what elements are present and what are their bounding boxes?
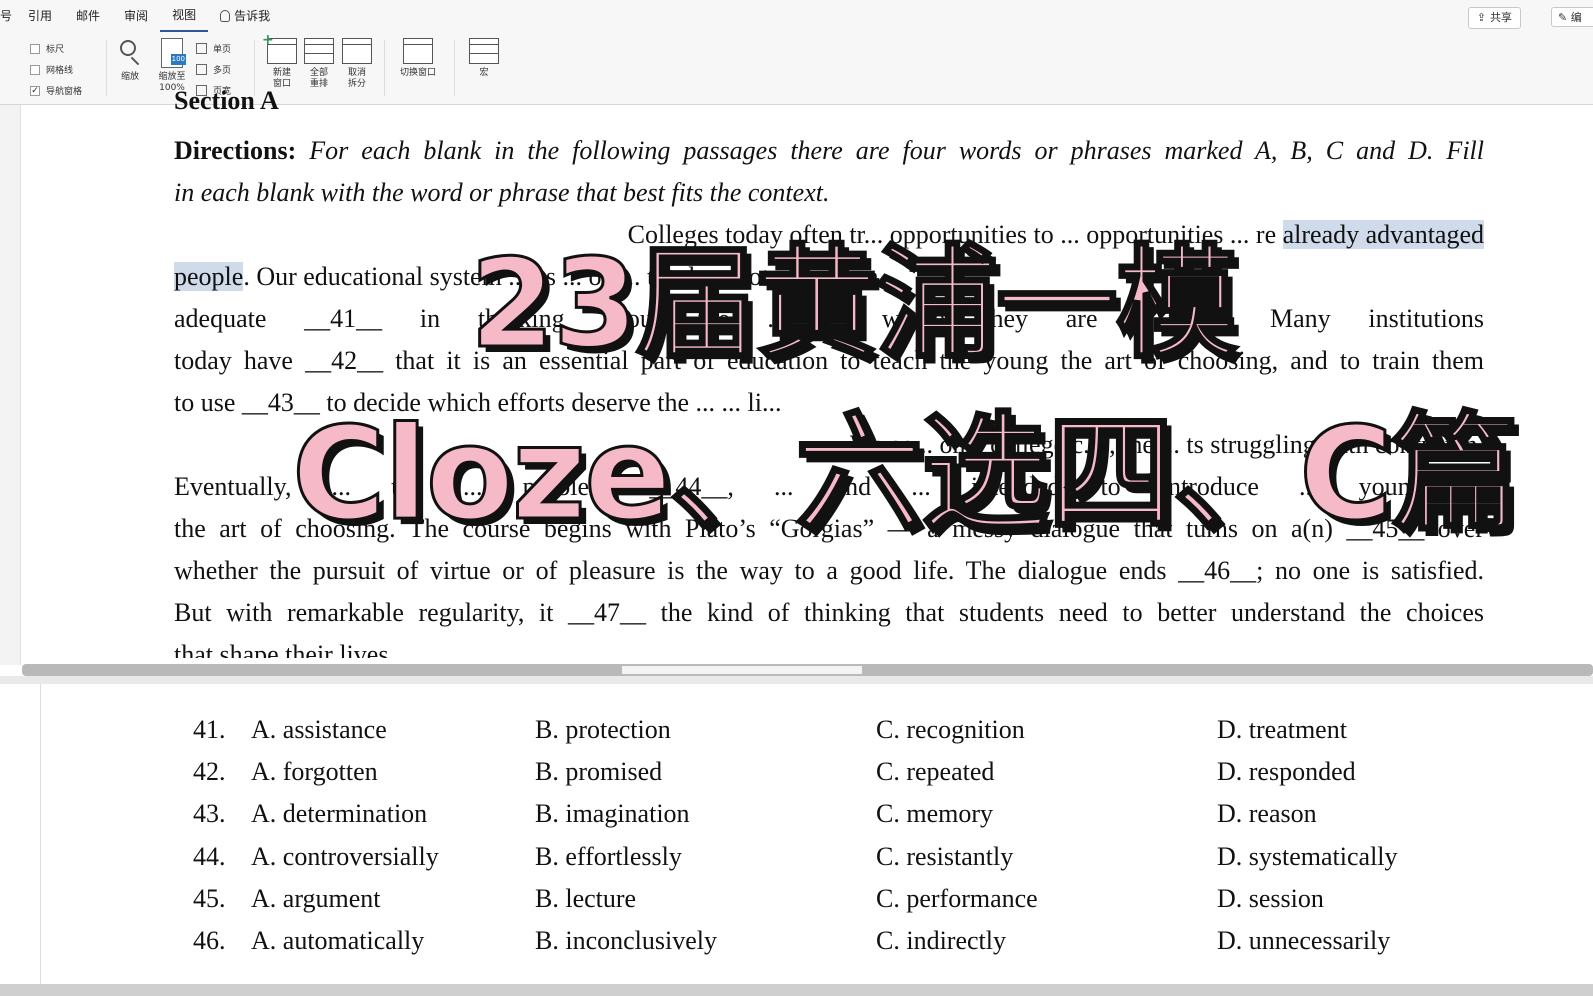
- tell-me-button[interactable]: 告诉我: [208, 0, 282, 32]
- question-number: 46.: [193, 926, 226, 955]
- nav-pane-label: 导航窗格: [46, 87, 83, 97]
- ribbon-divider: [454, 40, 455, 96]
- share-label: 共享: [1490, 11, 1512, 24]
- ribbon-divider: [106, 40, 107, 96]
- option-d: D. reason: [1217, 799, 1317, 828]
- one-page-label: 单页: [213, 45, 232, 55]
- magnifier-icon: [118, 38, 142, 68]
- option-a: A. forgotten: [251, 757, 378, 786]
- directions-label: Directions:: [174, 136, 297, 165]
- macro-icon: [469, 38, 499, 64]
- show-group: 标尺 网格线 ✓ 导航窗格: [30, 38, 82, 101]
- option-d: D. treatment: [1217, 715, 1347, 744]
- question-number: 41.: [193, 715, 226, 744]
- option-d: D. session: [1217, 884, 1324, 913]
- multi-page-label: 多页: [213, 66, 232, 76]
- split-bar[interactable]: [22, 664, 1593, 676]
- horizontal-scrollbar[interactable]: [0, 984, 1593, 996]
- lightbulb-icon: [220, 10, 231, 22]
- arrange-all-label: 全部 重排: [309, 68, 328, 89]
- question-number: 42.: [193, 757, 226, 786]
- page-100-icon: 100: [161, 38, 186, 68]
- gridlines-label: 网格线: [46, 66, 74, 76]
- ribbon-divider: [384, 40, 385, 96]
- question-number: 44.: [193, 842, 226, 871]
- zoom-button[interactable]: 缩放: [118, 38, 142, 83]
- switch-window-button[interactable]: 切换窗口: [394, 38, 442, 79]
- nav-pane-checkbox[interactable]: ✓ 导航窗格: [30, 80, 82, 101]
- overlay-title-line2: Cloze、六选四、C篇: [291, 399, 1521, 551]
- overlay-title-line1: 23届黄浦一模: [469, 232, 1240, 377]
- checkbox-icon: [30, 64, 40, 75]
- pane-divider: [0, 676, 1593, 684]
- left-rail: [0, 105, 21, 665]
- option-b: B. protection: [535, 715, 671, 744]
- directions-line-1: Directions: For each blank in the follow…: [174, 130, 1484, 172]
- option-a: A. automatically: [251, 926, 425, 955]
- option-c: C. performance: [876, 884, 1038, 913]
- option-c: C. memory: [876, 799, 993, 828]
- option-a: A. argument: [251, 884, 381, 913]
- question-number: 43.: [193, 799, 226, 828]
- multi-page-button[interactable]: 多页: [196, 59, 231, 80]
- ruler-label: 标尺: [46, 45, 65, 55]
- one-page-icon: [196, 43, 207, 54]
- split-icon: [342, 38, 372, 64]
- gridlines-checkbox[interactable]: 网格线: [30, 59, 82, 80]
- share-icon: ⇪: [1476, 11, 1486, 24]
- option-b: B. imagination: [535, 799, 690, 828]
- arrange-all-button[interactable]: 全部 重排: [303, 38, 335, 90]
- new-window-button[interactable]: + 新建 窗口: [262, 33, 298, 90]
- unsplit-label: 取消 拆分: [347, 68, 366, 89]
- option-b: B. inconclusively: [535, 926, 717, 955]
- option-c: C. recognition: [876, 715, 1025, 744]
- new-window-icon: +: [262, 33, 297, 64]
- option-d: D. responded: [1217, 757, 1356, 786]
- section-heading: Section A: [174, 86, 279, 115]
- unsplit-button[interactable]: 取消 拆分: [341, 38, 373, 90]
- tab-mailings[interactable]: 邮件: [64, 0, 112, 32]
- directions-text-1: For each blank in the following passages…: [296, 136, 1484, 165]
- highlighted-text: people: [174, 262, 244, 291]
- tab-edge[interactable]: 号: [0, 0, 16, 32]
- highlighted-text: already advantaged: [1282, 220, 1484, 249]
- edit-label: 编: [1570, 11, 1582, 24]
- paragraph2-line5: But with remarkable regularity, it __47_…: [174, 598, 1484, 627]
- option-a: A. assistance: [251, 715, 387, 744]
- pencil-icon: ✎: [1558, 11, 1568, 24]
- option-d: D. unnecessarily: [1217, 926, 1391, 955]
- arrange-all-icon: [304, 38, 334, 64]
- zoom-badge: 100: [170, 54, 186, 65]
- menu-tabs: 号 引用 邮件 审阅 视图 告诉我: [0, 0, 282, 32]
- paragraph2-line4: whether the pursuit of virtue or of plea…: [174, 556, 1484, 585]
- option-b: B. effortlessly: [535, 842, 682, 871]
- option-c: C. resistantly: [876, 842, 1014, 871]
- switch-window-icon: [403, 38, 433, 64]
- option-b: B. promised: [535, 757, 663, 786]
- checkbox-icon: [30, 43, 40, 54]
- tab-review[interactable]: 审阅: [112, 0, 160, 32]
- edit-button[interactable]: ✎ 编: [1551, 7, 1593, 27]
- option-b: B. lecture: [535, 884, 637, 913]
- macros-label: 宏: [479, 68, 489, 78]
- tell-me-label: 告诉我: [234, 9, 271, 23]
- switch-window-label: 切换窗口: [399, 68, 436, 78]
- checkmark-icon: ✓: [30, 85, 40, 96]
- option-d: D. systematically: [1217, 842, 1398, 871]
- option-a: A. controversially: [251, 842, 439, 871]
- tab-references[interactable]: 引用: [16, 0, 64, 32]
- multi-page-icon: [196, 64, 207, 75]
- question-number: 45.: [193, 884, 226, 913]
- option-a: A. determination: [251, 799, 428, 828]
- share-button[interactable]: ⇪ 共享: [1467, 7, 1521, 29]
- option-c: C. repeated: [876, 757, 995, 786]
- ruler-checkbox[interactable]: 标尺: [30, 38, 82, 59]
- tab-view[interactable]: 视图: [160, 0, 209, 32]
- zoom-label: 缩放: [120, 72, 139, 82]
- one-page-button[interactable]: 单页: [196, 38, 231, 59]
- macros-button[interactable]: 宏: [464, 38, 504, 79]
- split-handle[interactable]: [622, 666, 862, 674]
- option-c: C. indirectly: [876, 926, 1006, 955]
